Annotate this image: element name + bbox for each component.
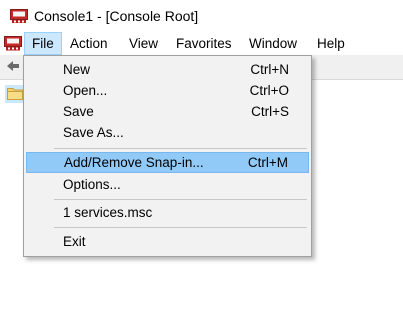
menu-help[interactable]: Help <box>310 32 352 55</box>
menu-item-label: Open... <box>63 83 108 98</box>
mmc-console-icon[interactable] <box>4 36 22 51</box>
menu-item-label: Save <box>63 104 94 119</box>
menu-separator <box>54 148 307 149</box>
menu-window[interactable]: Window <box>242 32 304 55</box>
folder-icon <box>7 87 23 100</box>
menu-item-add-remove-snap-in[interactable]: Add/Remove Snap-in... Ctrl+M <box>26 152 309 173</box>
menu-separator <box>54 199 307 200</box>
menu-item-label: 1 services.msc <box>63 205 153 220</box>
menu-view[interactable]: View <box>122 32 165 55</box>
menu-item-label: Add/Remove Snap-in... <box>64 155 204 170</box>
back-arrow-icon[interactable] <box>5 58 21 74</box>
menu-item-label: Options... <box>63 177 121 192</box>
menu-item-open[interactable]: Open... Ctrl+O <box>26 80 309 101</box>
title-bar: Console1 - [Console Root] <box>0 0 403 32</box>
menu-item-shortcut: Ctrl+S <box>251 104 289 119</box>
menu-item-shortcut: Ctrl+M <box>247 155 288 170</box>
menu-bar: File Action View Favorites Window Help <box>0 32 403 55</box>
menu-item-save[interactable]: Save Ctrl+S <box>26 101 309 122</box>
menu-item-label: Save As... <box>63 125 124 140</box>
menu-file[interactable]: File <box>24 32 62 55</box>
menu-item-new[interactable]: New Ctrl+N <box>26 59 309 80</box>
menu-item-options[interactable]: Options... <box>26 174 309 195</box>
menu-separator <box>54 227 307 228</box>
menu-item-label: Exit <box>63 234 86 249</box>
menu-item-recent-file[interactable]: 1 services.msc <box>26 202 309 223</box>
file-menu-dropdown: New Ctrl+N Open... Ctrl+O Save Ctrl+S Sa… <box>23 55 312 257</box>
menu-item-exit[interactable]: Exit <box>26 231 309 252</box>
menu-item-save-as[interactable]: Save As... <box>26 122 309 143</box>
window-title: Console1 - [Console Root] <box>34 8 199 24</box>
menu-favorites[interactable]: Favorites <box>169 32 239 55</box>
mmc-console-icon <box>10 9 28 23</box>
menu-item-shortcut: Ctrl+O <box>249 83 289 98</box>
menu-item-label: New <box>63 62 91 77</box>
menu-action[interactable]: Action <box>63 32 115 55</box>
menu-item-shortcut: Ctrl+N <box>250 62 289 77</box>
